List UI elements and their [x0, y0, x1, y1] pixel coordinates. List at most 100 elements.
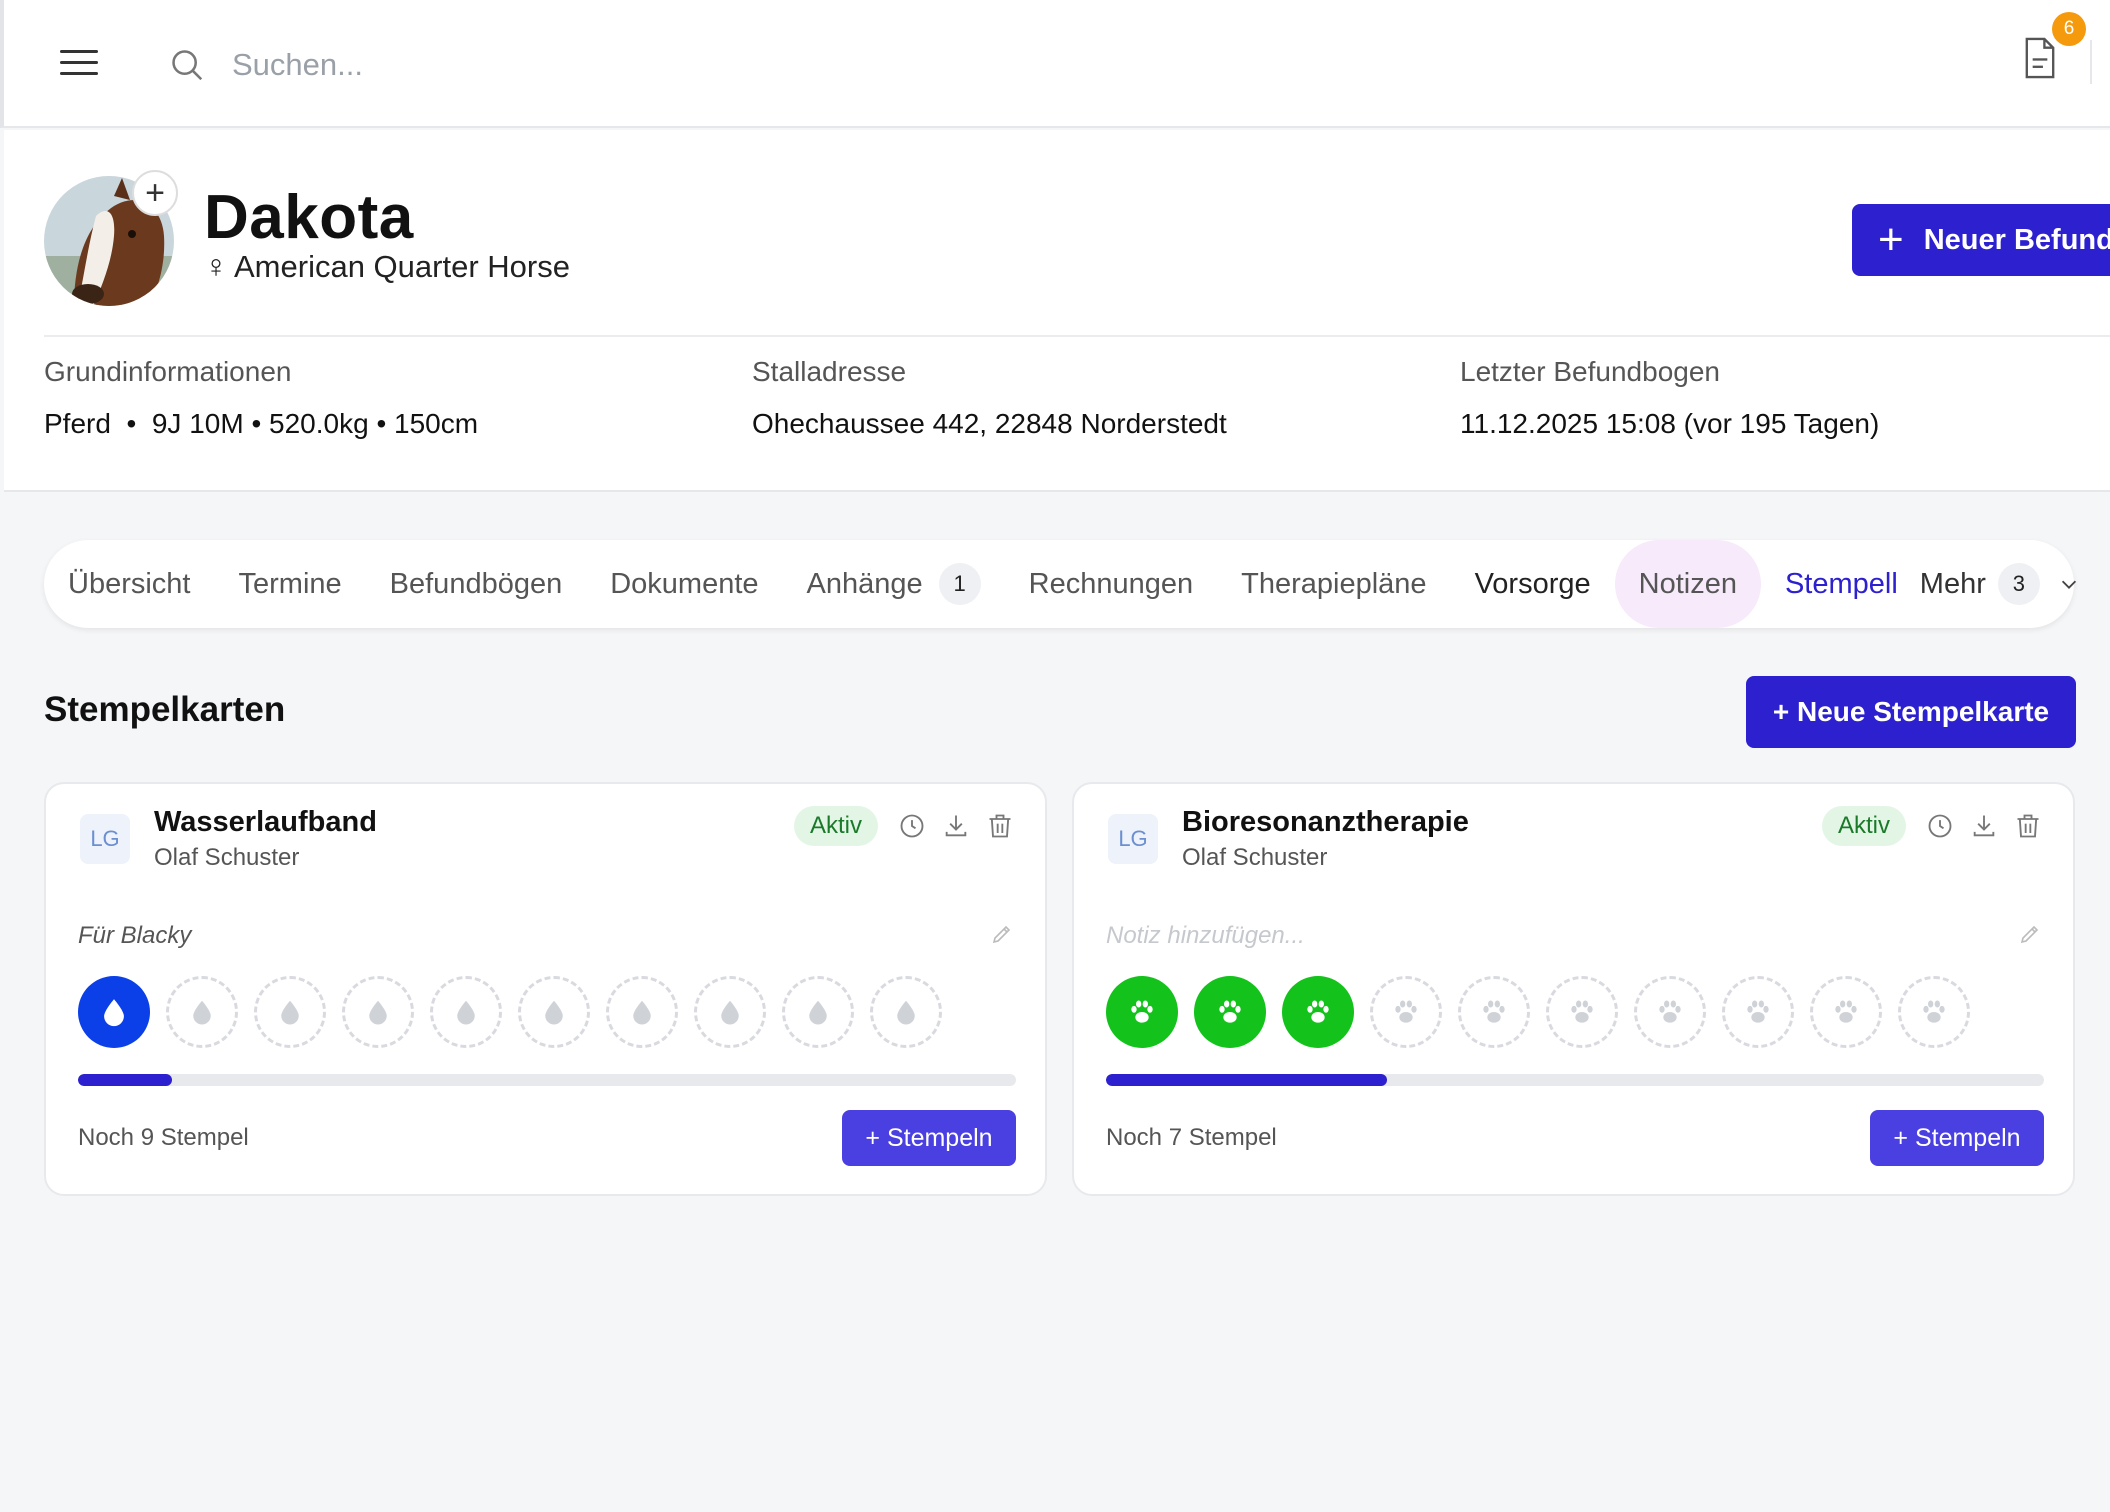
paw-icon: [1571, 1000, 1593, 1023]
card-subtitle: Olaf Schuster: [1182, 844, 1328, 871]
status-badge: Aktiv: [1822, 806, 1907, 846]
stamp-empty: [606, 976, 678, 1048]
water-drop-icon: [545, 1000, 563, 1025]
stamp-empty: [1370, 976, 1442, 1048]
stamp-empty: [1810, 976, 1882, 1048]
stamp-empty: [254, 976, 326, 1048]
card-initials: LG: [80, 814, 130, 864]
search-bar[interactable]: [168, 40, 868, 90]
basic-info-label: Grundinformationen: [44, 356, 292, 387]
tab-vorsorge[interactable]: Vorsorge: [1475, 540, 1591, 628]
patient-breed: ♀ American Quarter Horse: [204, 248, 570, 285]
water-drop-icon: [104, 999, 124, 1027]
tab-rechnungen[interactable]: Rechnungen: [1029, 540, 1193, 628]
card-title: Bioresonanztherapie: [1182, 806, 1469, 838]
water-drop-icon: [809, 1000, 827, 1025]
new-stamp-card-button[interactable]: + Neue Stempelkarte: [1746, 676, 2076, 748]
stamp-empty: [342, 976, 414, 1048]
tab-mehr-count: 3: [1997, 563, 2040, 605]
water-drop-icon: [193, 1000, 211, 1025]
tab-stempel[interactable]: Stempell: [1785, 540, 1898, 628]
last-befund-value: 11.12.2025 15:08 (vor 195 Tagen): [1460, 408, 1880, 439]
stamp-filled: [1106, 976, 1178, 1048]
download-icon[interactable]: [1970, 812, 1998, 840]
water-drop-icon: [281, 1000, 299, 1025]
card-actions: [1926, 812, 2042, 840]
card-initials: LG: [1108, 814, 1158, 864]
stamp-filled: [1282, 976, 1354, 1048]
trash-icon[interactable]: [2014, 812, 2042, 840]
tab-mehr[interactable]: Mehr 3: [1920, 540, 2080, 628]
add-photo-button[interactable]: +: [132, 170, 178, 216]
top-bar: 6: [0, 0, 2110, 128]
tab-notizen[interactable]: Notizen: [1614, 540, 1761, 628]
history-icon[interactable]: [898, 812, 926, 840]
stamp-empty: [430, 976, 502, 1048]
stamp-card: LG Wasserlaufband Olaf Schuster Aktiv Fü…: [44, 782, 1047, 1196]
card-title: Wasserlaufband: [154, 806, 377, 838]
tab-termine[interactable]: Termine: [239, 540, 342, 628]
tab-bar: Übersicht Termine Befundbögen Dokumente …: [44, 540, 2076, 628]
water-drop-icon: [369, 1000, 387, 1025]
tab-anhaenge[interactable]: Anhänge 1: [807, 540, 981, 628]
status-badge: Aktiv: [794, 806, 879, 846]
water-drop-icon: [897, 1000, 915, 1025]
stamp-row: [1106, 976, 1970, 1048]
chevron-down-icon: [2061, 580, 2076, 589]
stamp-empty: [1722, 976, 1794, 1048]
water-drop-icon: [633, 1000, 651, 1025]
stamp-empty: [782, 976, 854, 1048]
stamp-empty: [1458, 976, 1530, 1048]
stamp-empty: [694, 976, 766, 1048]
download-icon[interactable]: [942, 812, 970, 840]
stamp-empty: [1546, 976, 1618, 1048]
stamp-empty: [1634, 976, 1706, 1048]
card-note[interactable]: Für Blacky: [78, 922, 191, 950]
new-befund-button[interactable]: + Neuer Befund: [1852, 204, 2110, 276]
pencil-icon[interactable]: [990, 922, 1014, 946]
stamp-row: [78, 976, 942, 1048]
paw-icon: [1659, 1000, 1681, 1023]
paw-icon: [1395, 1000, 1417, 1023]
history-icon[interactable]: [1926, 812, 1954, 840]
tab-dokumente[interactable]: Dokumente: [610, 540, 758, 628]
paw-icon: [1219, 1000, 1241, 1023]
paw-icon: [1747, 1000, 1769, 1023]
tab-anhaenge-count: 1: [938, 563, 981, 605]
tab-uebersicht[interactable]: Übersicht: [68, 540, 191, 628]
card-subtitle: Olaf Schuster: [154, 844, 300, 871]
trash-icon[interactable]: [986, 812, 1014, 840]
search-input[interactable]: [232, 47, 832, 83]
basic-info-value: Pferd • 9J 10M • 520.0kg • 150cm: [44, 408, 479, 439]
stamp-button[interactable]: + Stempeln: [1870, 1110, 2044, 1166]
tab-therapieplaene[interactable]: Therapiepläne: [1241, 540, 1426, 628]
stamp-empty: [870, 976, 942, 1048]
hamburger-menu-icon[interactable]: [60, 50, 98, 78]
water-drop-icon: [721, 1000, 739, 1025]
stamp-button[interactable]: + Stempeln: [842, 1110, 1016, 1166]
progress-fill: [1106, 1074, 1388, 1086]
progress-fill: [78, 1074, 172, 1086]
last-befund-label: Letzter Befundbogen: [1460, 356, 1720, 387]
plus-icon: +: [1878, 215, 1904, 264]
tab-befundboegen[interactable]: Befundbögen: [390, 540, 563, 628]
patient-header: + Dakota ♀ American Quarter Horse + Neue…: [4, 130, 2110, 492]
remaining-stamps: Noch 9 Stempel: [78, 1124, 249, 1151]
search-icon: [172, 50, 203, 81]
remaining-stamps: Noch 7 Stempel: [1106, 1124, 1277, 1151]
divider: [44, 335, 2110, 337]
tab-anhaenge-label: Anhänge: [806, 567, 923, 600]
patient-name: Dakota: [204, 183, 414, 252]
document-icon[interactable]: [2022, 36, 2058, 80]
stamp-empty: [518, 976, 590, 1048]
pencil-icon[interactable]: [2018, 922, 2042, 946]
section-title: Stempelkarten: [44, 690, 286, 729]
note-placeholder[interactable]: Notiz hinzufügen...: [1106, 922, 1305, 950]
paw-icon: [1307, 1000, 1329, 1023]
new-befund-label: Neuer Befund: [1923, 223, 2110, 256]
paw-icon: [1923, 1000, 1945, 1023]
stable-address-label: Stalladresse: [752, 356, 907, 387]
notification-badge: 6: [2052, 12, 2086, 46]
water-drop-icon: [457, 1000, 475, 1025]
stable-address: Stalladresse Ohechaussee 442, 22848 Nord…: [752, 356, 1227, 440]
